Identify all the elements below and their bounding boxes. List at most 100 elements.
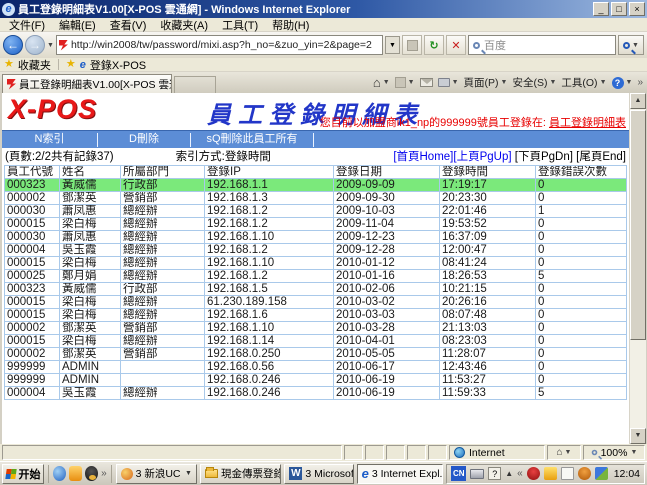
minimize-button[interactable]: _ bbox=[593, 2, 609, 16]
scroll-down-icon[interactable]: ▼ bbox=[630, 428, 646, 444]
page-menu-button[interactable]: 頁面(P) ▼ bbox=[464, 75, 508, 90]
safety-menu-button[interactable]: 安全(S) ▼ bbox=[512, 75, 556, 90]
pagination-prev-link[interactable]: [上頁PgUp] bbox=[453, 151, 511, 163]
table-cell: 999999 bbox=[5, 361, 60, 374]
qq-tray-icon[interactable] bbox=[527, 467, 540, 480]
menu-favorites[interactable]: 收藏夹(A) bbox=[153, 17, 215, 33]
menu-view[interactable]: 查看(V) bbox=[103, 17, 154, 33]
help-tray-icon[interactable]: ? bbox=[488, 467, 501, 480]
table-row[interactable]: 999999ADMIN192.168.0.2462010-06-1911:53:… bbox=[5, 374, 627, 387]
print-button[interactable]: ▼ bbox=[438, 78, 459, 87]
table-row[interactable]: 000323黃威儒行政部192.168.1.12009-09-0917:19:1… bbox=[5, 179, 627, 192]
taskbar-button-sina-uc[interactable]: 3 新浪UC ▼ bbox=[116, 464, 197, 484]
menu-edit[interactable]: 編輯(E) bbox=[52, 17, 103, 33]
menu-file[interactable]: 文件(F) bbox=[2, 17, 52, 33]
table-row[interactable]: 000015梁白梅總經辦192.168.1.102010-01-1208:41:… bbox=[5, 257, 627, 270]
table-row[interactable]: 000030蕭凤惠總經辦192.168.1.102009-12-2316:37:… bbox=[5, 231, 627, 244]
group-dropdown-icon[interactable]: ▼ bbox=[185, 470, 192, 477]
table-cell: 梁白梅 bbox=[60, 335, 121, 348]
search-options-icon[interactable]: ▼ bbox=[632, 42, 639, 49]
compatibility-view-button[interactable] bbox=[402, 35, 422, 55]
table-cell: 5 bbox=[536, 270, 627, 283]
help-button[interactable]: ? ▼ bbox=[612, 77, 633, 89]
table-row[interactable]: 000030蕭凤惠總經辦192.168.1.22009-10-0322:01:4… bbox=[5, 205, 627, 218]
table-row[interactable]: 000015梁白梅總經辦61.230.189.1582010-03-0220:2… bbox=[5, 296, 627, 309]
quicklaunch-overflow-chevron[interactable]: » bbox=[101, 468, 107, 479]
taskbar-button-office[interactable]: W 3 Microsoft Off... ▼ bbox=[284, 464, 353, 484]
pagination-home-link[interactable]: [首頁Home] bbox=[393, 151, 453, 163]
tab-active[interactable]: 員工登錄明細表V1.00[X-POS 雲通網] bbox=[2, 74, 172, 93]
qq2-tray-icon[interactable] bbox=[578, 467, 591, 480]
search-icon bbox=[473, 42, 480, 49]
table-cell: 192.168.1.3 bbox=[205, 192, 334, 205]
table-row[interactable]: 000015梁白梅總經辦192.168.1.62010-03-0308:07:4… bbox=[5, 309, 627, 322]
zone-dropdown-icon[interactable]: ▼ bbox=[565, 449, 572, 456]
table-row[interactable]: 000002鄧潔英營銷部192.168.0.2502010-05-0511:28… bbox=[5, 348, 627, 361]
address-input[interactable]: http://win2008/tw/password/mixi.asp?h_no… bbox=[71, 39, 380, 51]
table-row[interactable]: 000015梁白梅總經辦192.168.1.142010-04-0108:23:… bbox=[5, 335, 627, 348]
menu-help[interactable]: 帮助(H) bbox=[265, 17, 316, 33]
search-input[interactable]: 百度 bbox=[484, 37, 506, 53]
scroll-up-icon[interactable]: ▲ bbox=[630, 93, 646, 109]
table-cell: 192.168.1.14 bbox=[205, 335, 334, 348]
home-button[interactable]: ⌂ ▼ bbox=[373, 75, 390, 90]
back-button[interactable]: ← bbox=[3, 35, 23, 55]
read-mail-button[interactable] bbox=[420, 78, 433, 87]
notepad-tray-icon[interactable] bbox=[561, 467, 574, 480]
start-label: 开始 bbox=[19, 466, 41, 482]
quicklaunch-mail-icon[interactable] bbox=[69, 466, 82, 481]
start-button[interactable]: 开始 bbox=[2, 464, 44, 484]
table-row[interactable]: 000004吳玉霞總經辦192.168.0.2462010-06-1911:59… bbox=[5, 387, 627, 400]
table-row[interactable]: 000004吳玉霞總經辦192.168.1.22009-12-2812:00:4… bbox=[5, 244, 627, 257]
delete-button[interactable]: D刪除 bbox=[98, 131, 190, 148]
network-tray-icon[interactable] bbox=[595, 467, 608, 480]
protected-mode-panel[interactable]: ⌂ ▼ bbox=[547, 445, 581, 460]
address-dropdown-button[interactable]: ▼ bbox=[385, 36, 400, 54]
search-box[interactable]: 百度 bbox=[468, 35, 616, 55]
table-row[interactable]: 000323黃威儒行政部192.168.1.52010-02-0610:21:1… bbox=[5, 283, 627, 296]
new-tab-button[interactable] bbox=[174, 76, 216, 93]
forward-button[interactable]: → bbox=[25, 35, 45, 55]
scrollbar-thumb[interactable] bbox=[630, 110, 646, 340]
taskbar-button-ie[interactable]: e 3 Internet Expl... ▼ bbox=[357, 464, 444, 484]
printer-tray-icon[interactable] bbox=[470, 469, 484, 479]
menu-tools[interactable]: 工具(T) bbox=[215, 17, 265, 33]
table-row[interactable]: 999999ADMIN192.168.0.562010-06-1712:43:4… bbox=[5, 361, 627, 374]
table-row[interactable]: 000002鄧潔英營銷部192.168.1.32009-09-3020:23:3… bbox=[5, 192, 627, 205]
quicklaunch-uc-icon[interactable] bbox=[53, 466, 66, 481]
add-favorite-star-icon[interactable]: ★ bbox=[66, 59, 76, 70]
more-commands-chevron[interactable]: » bbox=[637, 77, 643, 88]
index-button[interactable]: N索引 bbox=[2, 131, 97, 148]
close-button[interactable]: × bbox=[629, 2, 645, 16]
print-dropdown-icon[interactable]: ▼ bbox=[452, 79, 459, 86]
table-row[interactable]: 000002鄧潔英營銷部192.168.1.102010-03-2821:13:… bbox=[5, 322, 627, 335]
favorites-star-icon[interactable]: ★ bbox=[4, 59, 14, 70]
tray-app-icon[interactable] bbox=[544, 467, 557, 480]
refresh-button[interactable]: ↻ bbox=[424, 35, 444, 55]
delete-all-button[interactable]: sQ刪除此員工所有 bbox=[191, 131, 313, 148]
table-cell: 192.168.1.6 bbox=[205, 309, 334, 322]
zoom-control[interactable]: 100% ▼ bbox=[583, 445, 645, 460]
home-dropdown-icon[interactable]: ▼ bbox=[383, 79, 390, 86]
table-row[interactable]: 000015梁白梅總經辦192.168.1.22009-11-0419:53:5… bbox=[5, 218, 627, 231]
history-dropdown-icon[interactable]: ▼ bbox=[47, 42, 54, 49]
tray-expand-icon[interactable]: ▲ bbox=[505, 469, 513, 478]
tray-overflow-chevron[interactable]: « bbox=[517, 468, 523, 479]
vertical-scrollbar[interactable]: ▲ ▼ bbox=[629, 93, 646, 444]
stop-button[interactable]: ✕ bbox=[446, 35, 466, 55]
favorite-link[interactable]: 登錄X-POS bbox=[90, 57, 146, 73]
feeds-button[interactable]: ▼ bbox=[395, 77, 415, 88]
tools-menu-button[interactable]: 工具(O) ▼ bbox=[561, 75, 606, 90]
feeds-dropdown-icon[interactable]: ▼ bbox=[408, 79, 415, 86]
table-cell: 行政部 bbox=[121, 179, 205, 192]
maximize-button[interactable]: □ bbox=[611, 2, 627, 16]
table-cell: 192.168.0.246 bbox=[205, 387, 334, 400]
search-go-button[interactable]: ▼ bbox=[618, 35, 644, 55]
menu-bar: 文件(F) 編輯(E) 查看(V) 收藏夹(A) 工具(T) 帮助(H) bbox=[0, 18, 647, 32]
table-row[interactable]: 000025鄭月娟總經辦192.168.1.22010-01-1618:26:5… bbox=[5, 270, 627, 283]
quicklaunch-qq-icon[interactable] bbox=[85, 466, 98, 481]
language-indicator[interactable]: CN bbox=[451, 466, 466, 481]
favorites-label[interactable]: 收藏夹 bbox=[18, 57, 51, 73]
taskbar-button-cash-voucher[interactable]: 現金傳票登錄 bbox=[200, 464, 281, 484]
zoom-dropdown-icon[interactable]: ▼ bbox=[630, 449, 637, 456]
